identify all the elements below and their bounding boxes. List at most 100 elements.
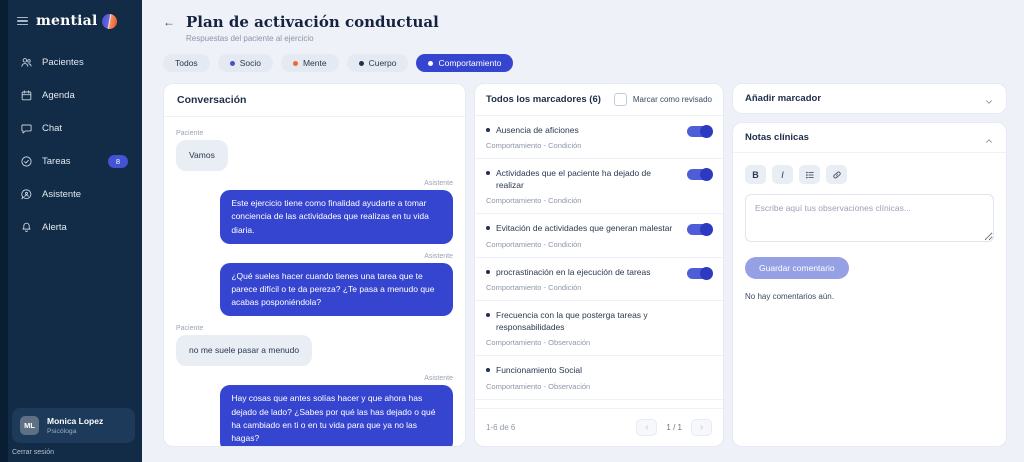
assistant-message-bubble: ¿Qué sueles hacer cuando tienes una tare… [220, 262, 453, 317]
filter-pill-socio[interactable]: Socio [217, 54, 273, 72]
tasks-count-badge: 8 [107, 154, 128, 168]
marker-dot-icon [486, 128, 490, 132]
filter-pill-label: Todos [175, 58, 198, 68]
add-marker-title: Añadir marcador [745, 93, 822, 104]
chevron-left-icon[interactable]: ‹ [636, 419, 658, 436]
marker-dot-icon [486, 313, 490, 318]
marker-item: procrastinación en la ejecución de tarea… [475, 258, 723, 302]
markers-footer: 1-6 de 6 ‹ 1 / 1 › [475, 408, 723, 446]
markers-list: Ausencia de aficiones Comportamiento - Co… [475, 116, 723, 400]
marker-item: Evitación de actividades que generan mal… [475, 214, 723, 258]
marker-title: Frecuencia con la que posterga tareas y … [496, 310, 648, 332]
category-dot-icon [358, 60, 364, 66]
notes-header[interactable]: Notas clínicas [733, 123, 1006, 153]
chat-icon [19, 121, 33, 135]
message-sender-label: Asistente [424, 252, 453, 260]
review-control: Marcar como revisado [613, 93, 712, 106]
notes-toolbar: BI [745, 165, 994, 184]
list-icon[interactable] [799, 165, 820, 184]
sidebar-item-pacientes[interactable]: Pacientes [8, 47, 142, 77]
marker-title: Evitación de actividades que generan mal… [496, 223, 673, 234]
marker-item: Ausencia de aficiones Comportamiento - Co… [475, 116, 723, 160]
no-comments-text: No hay comentarios aún. [745, 292, 834, 301]
chevron-up-icon [984, 133, 994, 143]
right-column: Añadir marcador Notas clínicas BI Guarda… [732, 83, 1007, 447]
patient-message-bubble: Vamos [176, 140, 228, 172]
markers-panel: Todos los marcadores (6) Marcar como rev… [474, 83, 724, 447]
category-dot-icon [292, 60, 298, 66]
brand-name: mential [36, 13, 98, 29]
main-area: ← Plan de activación conductual Respuest… [142, 0, 1024, 462]
marker-meta: Comportamiento - Condición [486, 141, 582, 151]
marker-meta: Comportamiento - Condición [486, 196, 582, 206]
markers-title: Todos los marcadores (6) [486, 94, 601, 105]
sidebar-item-agenda[interactable]: Agenda [8, 80, 142, 110]
review-checkbox[interactable] [613, 93, 627, 106]
marker-dot-icon [486, 171, 490, 176]
bell-icon [19, 220, 33, 234]
app-root: mential Pacientes Agenda Chat Tareas 8 Asiste… [0, 0, 1024, 462]
user-role: Psicóloga [47, 428, 77, 435]
chevron-down-icon [984, 94, 994, 104]
user-card[interactable]: ML Monica Lopez Psicóloga [12, 408, 135, 443]
assistant-message-bubble: Hay cosas que antes solías hacer y que a… [220, 385, 453, 446]
brand-logo: mential [36, 13, 118, 29]
marker-meta: Comportamiento - Condición [486, 239, 582, 249]
menu-icon[interactable] [17, 16, 28, 26]
message-sender-label: Paciente [176, 130, 204, 137]
user-name: Monica Lopez [47, 416, 104, 426]
category-dot-icon [428, 60, 434, 66]
marker-dot-icon [486, 269, 490, 274]
avatar: ML [20, 416, 39, 435]
notes-input[interactable] [745, 194, 994, 242]
category-dot-icon [229, 60, 235, 66]
pagination-range: 1-6 de 6 [486, 423, 516, 432]
filter-pill-mente[interactable]: Mente [280, 54, 339, 72]
sidebar: mential Pacientes Agenda Chat Tareas 8 Asiste… [0, 0, 142, 462]
assistant-message-bubble: Este ejercicio tiene como finalidad ayud… [220, 190, 453, 244]
marker-dot-icon [486, 226, 490, 231]
page-subtitle: Respuestas del paciente al ejercicio [186, 34, 314, 43]
sidebar-header: mential [8, 0, 142, 45]
sidebar-item-label: Chat [42, 122, 63, 134]
conversation-panel: Conversación Paciente Vamos Asistente Este … [163, 83, 466, 447]
chevron-right-icon[interactable]: › [691, 419, 712, 436]
conversation-body[interactable]: Paciente Vamos Asistente Este ejercicio tie… [164, 117, 465, 446]
notes-body: BI Guardar comentario No hay comentarios… [733, 153, 1006, 313]
page-indicator: 1 / 1 [666, 423, 682, 432]
bold-icon[interactable]: B [745, 165, 766, 184]
message-sender-label: Asistente [424, 180, 453, 188]
sidebar-item-label: Agenda [42, 89, 75, 101]
back-button[interactable]: ← [163, 16, 175, 28]
sidebar-item-tareas[interactable]: Tareas 8 [8, 146, 142, 176]
patient-message-bubble: no me suele pasar a menudo [176, 335, 313, 367]
marker-item: Actividades que el paciente ha dejado de… [475, 159, 723, 215]
marker-title: Funcionamiento Social [496, 365, 582, 376]
filter-pill-cuerpo[interactable]: Cuerpo [346, 54, 409, 72]
marker-toggle[interactable] [687, 223, 713, 237]
page-header: ← Plan de activación conductual Respuest… [163, 13, 1007, 43]
filter-pill-todos[interactable]: Todos [163, 54, 210, 72]
save-comment-button[interactable]: Guardar comentario [745, 257, 849, 279]
add-marker-panel[interactable]: Añadir marcador [732, 83, 1007, 114]
marker-toggle[interactable] [687, 168, 713, 182]
marker-toggle[interactable] [687, 266, 713, 280]
sidebar-item-label: Asistente [42, 188, 82, 200]
markers-header: Todos los marcadores (6) Marcar como rev… [475, 84, 723, 116]
clinical-notes-panel: Notas clínicas BI Guardar comentario No … [732, 122, 1007, 447]
marker-title: Actividades que el paciente ha dejado de… [496, 168, 652, 190]
link-icon[interactable] [826, 165, 847, 184]
filter-pill-comportamiento[interactable]: Comportamiento [416, 54, 514, 72]
sidebar-item-alerta[interactable]: Alerta [8, 212, 142, 242]
sidebar-nav: Pacientes Agenda Chat Tareas 8 Asistente Alert… [8, 45, 142, 244]
sidebar-item-asistente[interactable]: Asistente [8, 179, 142, 209]
pagination-controls: ‹ 1 / 1 › [636, 419, 712, 436]
logout-link[interactable]: Cerrar sesión [8, 446, 142, 462]
italic-icon[interactable]: I [772, 165, 793, 184]
marker-item: Funcionamiento Social Comportamiento - Ob… [475, 356, 723, 400]
sidebar-item-chat[interactable]: Chat [8, 113, 142, 143]
marker-toggle[interactable] [687, 125, 713, 138]
filter-pill-label: Comportamiento [438, 58, 502, 68]
content-columns: Conversación Paciente Vamos Asistente Este … [163, 83, 1007, 447]
page-title: Plan de activación conductual [186, 13, 439, 31]
